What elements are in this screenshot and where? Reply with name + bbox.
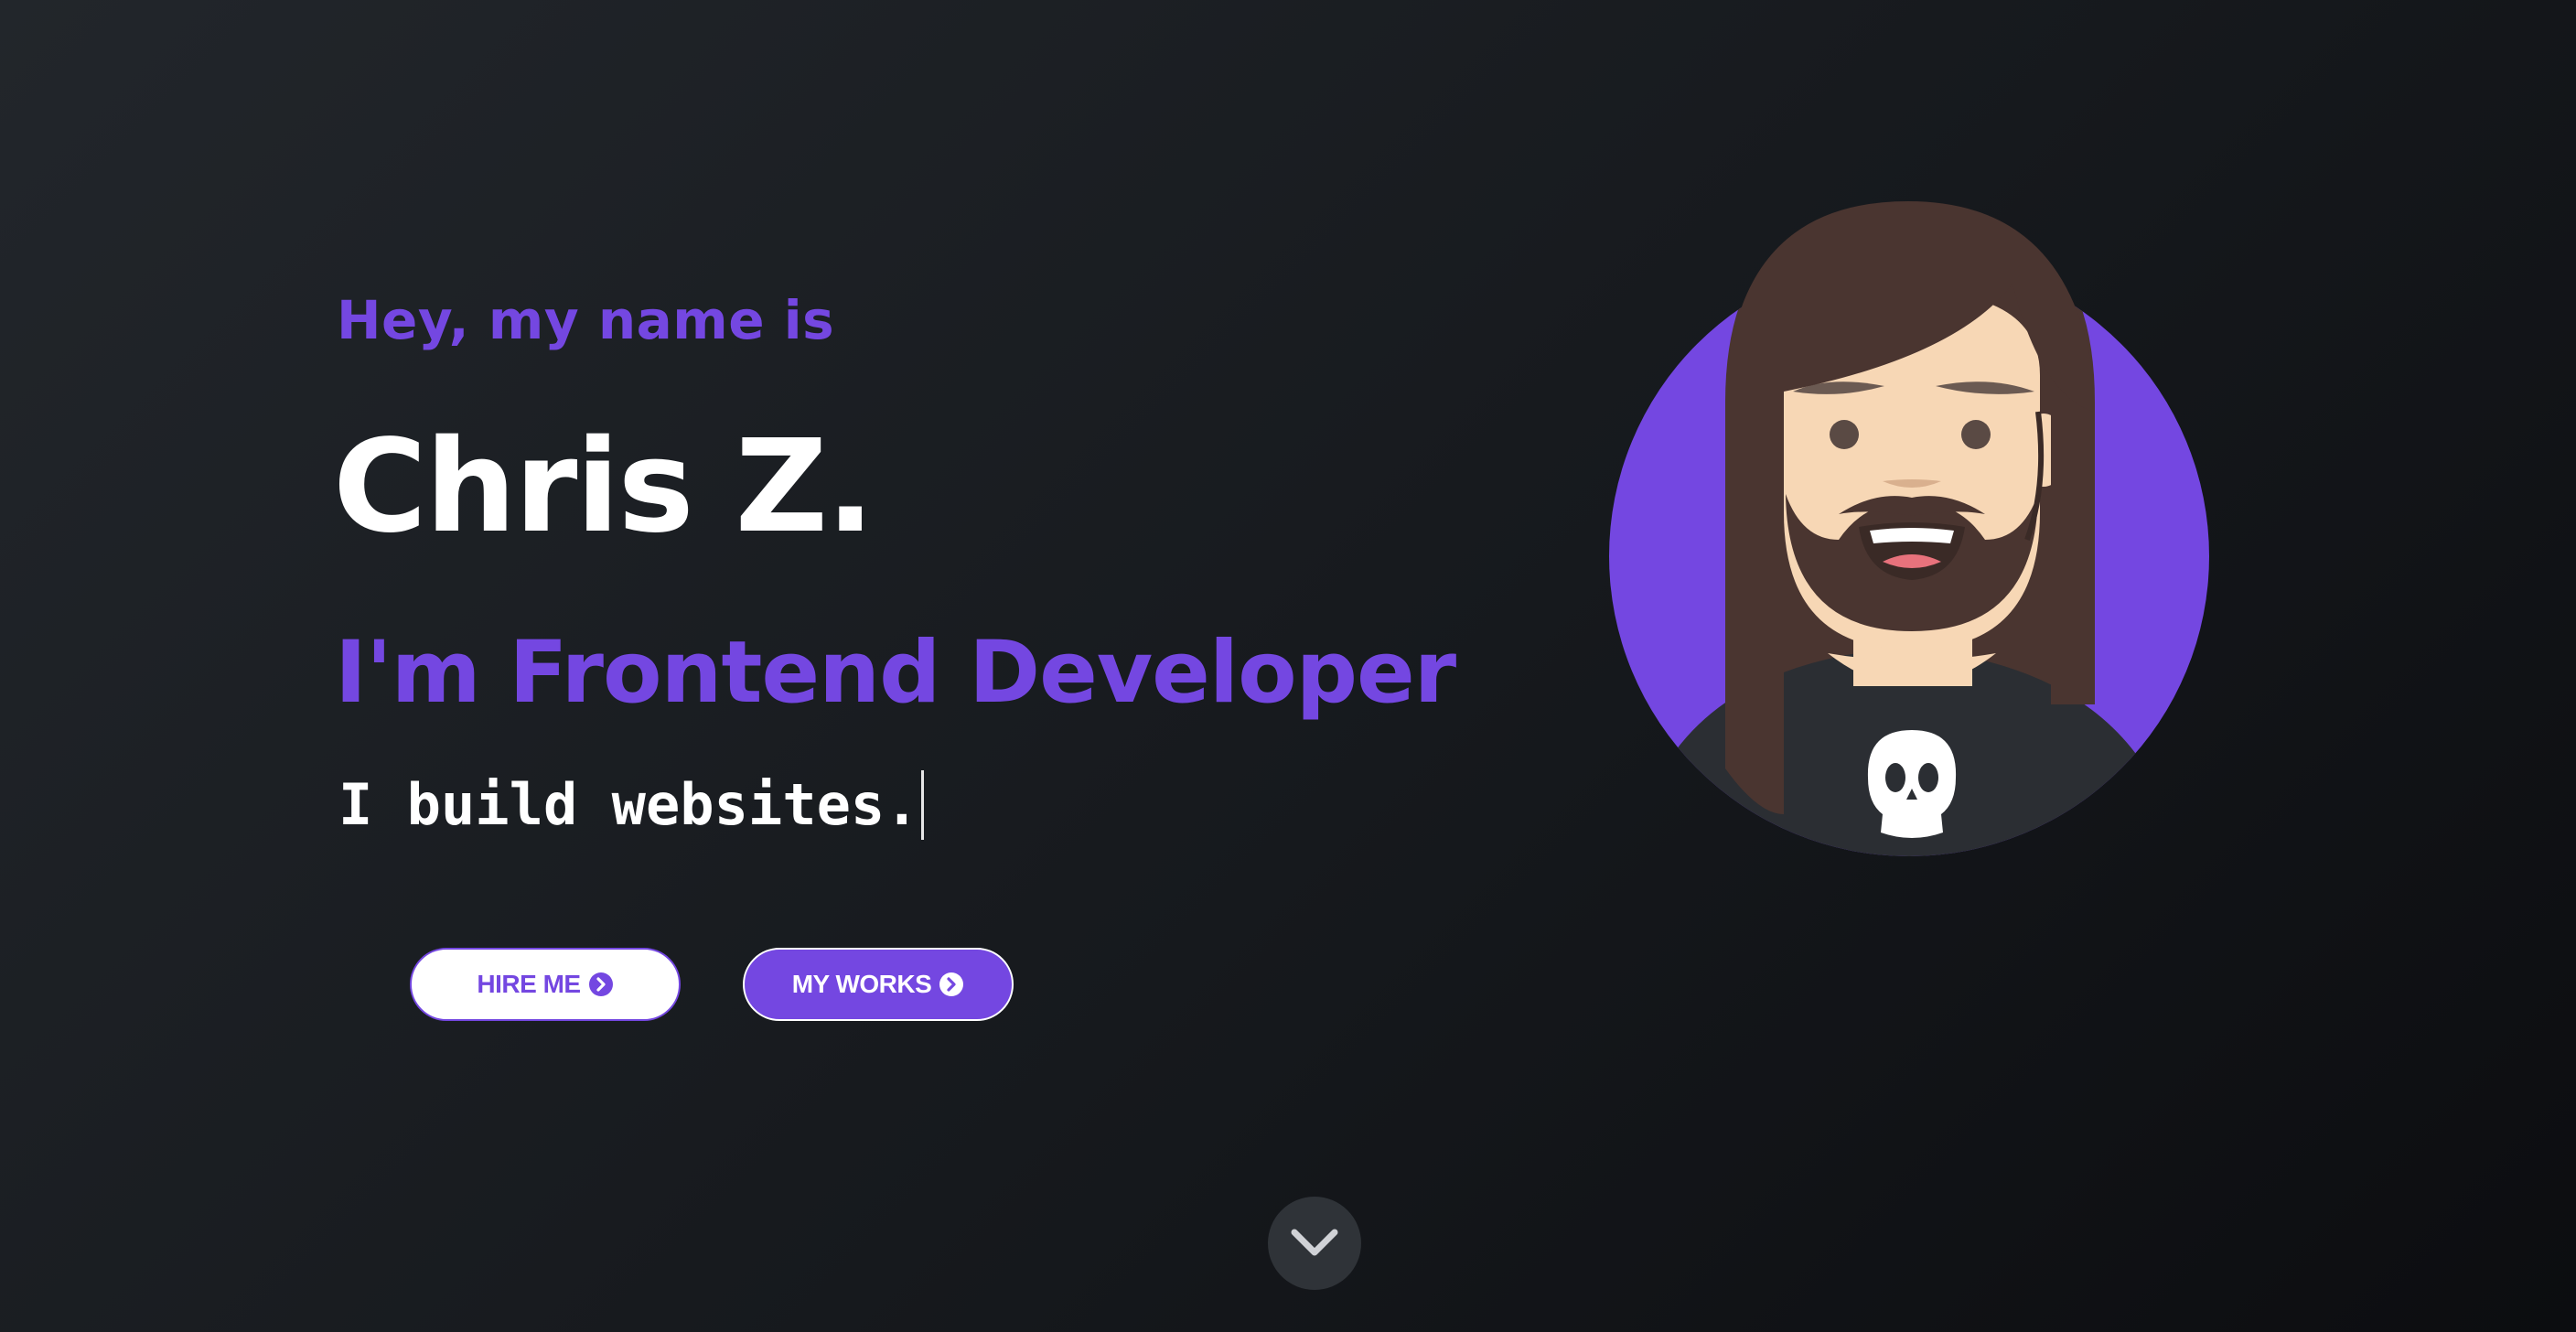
chevron-down-icon bbox=[1287, 1223, 1342, 1263]
scroll-down-button[interactable] bbox=[1268, 1197, 1361, 1290]
hire-me-button[interactable]: HIRE ME bbox=[410, 948, 681, 1021]
avatar-illustration bbox=[1592, 192, 2232, 869]
my-works-button[interactable]: MY WORKS bbox=[743, 948, 1014, 1021]
chevron-right-circle-icon bbox=[588, 972, 614, 997]
name-heading: Chris Z. bbox=[333, 413, 875, 562]
hero-section: Hey, my name is Chris Z. I'm Frontend De… bbox=[0, 0, 2576, 1332]
typing-line: I build websites. bbox=[338, 768, 924, 842]
typing-caret bbox=[920, 770, 924, 840]
typing-text: I build websites. bbox=[338, 771, 919, 838]
role-heading: I'm Frontend Developer bbox=[335, 623, 1456, 723]
intro-text: Hey, my name is bbox=[337, 289, 835, 351]
chevron-right-circle-icon bbox=[939, 972, 964, 997]
hire-me-label: HIRE ME bbox=[477, 970, 581, 998]
my-works-label: MY WORKS bbox=[791, 970, 932, 998]
